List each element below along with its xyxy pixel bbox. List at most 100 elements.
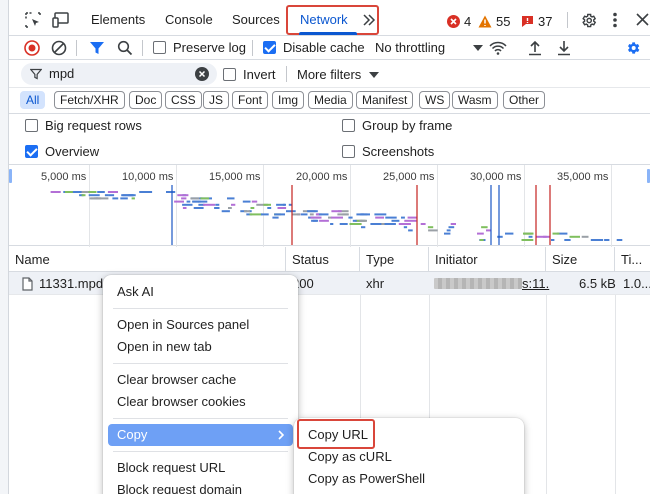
group-by-frame-checkbox[interactable]: Group by frame: [342, 118, 452, 133]
big-request-rows-checkbox[interactable]: Big request rows: [25, 118, 142, 133]
row-size: 6.5 kB: [579, 276, 616, 291]
overview-request-bar: [427, 226, 434, 229]
tab-console[interactable]: Console: [165, 4, 213, 36]
menu-item-open-in-new-tab[interactable]: Open in new tab: [103, 336, 298, 358]
row-initiator-link[interactable]: s:11.: [516, 273, 549, 295]
divider: [9, 113, 650, 114]
close-icon[interactable]: [636, 13, 649, 26]
chevron-double-right-icon[interactable]: [362, 13, 376, 27]
invert-checkbox[interactable]: Invert: [223, 67, 276, 82]
export-har-icon[interactable]: [557, 40, 571, 56]
overview-request-bar: [359, 213, 368, 216]
filter-input-box[interactable]: mpd: [21, 63, 217, 85]
clear-icon[interactable]: [51, 40, 67, 56]
overview-request-bar: [131, 197, 135, 200]
overview-request-bar: [250, 207, 255, 209]
clear-filter-icon[interactable]: [195, 67, 209, 81]
menu-item-clear-cache[interactable]: Clear browser cache: [103, 369, 298, 391]
type-filter-js[interactable]: JS: [203, 91, 230, 109]
tab-sources[interactable]: Sources: [232, 4, 280, 36]
overview-box[interactable]: [25, 145, 38, 158]
tab-elements[interactable]: Elements: [91, 4, 145, 36]
big-request-rows-box[interactable]: [25, 119, 38, 132]
menu-item-copy[interactable]: Copy: [108, 424, 293, 446]
overview-request-bar: [337, 213, 349, 216]
divider: [286, 66, 287, 82]
overview-request-bar: [193, 207, 204, 209]
type-filter-css[interactable]: CSS: [165, 91, 202, 109]
throttling-select[interactable]: No throttling: [375, 40, 484, 55]
filter-icon[interactable]: [89, 40, 105, 56]
overview-request-bar: [477, 232, 484, 235]
overview-request-bar: [215, 203, 220, 206]
overview-request-bar: [276, 203, 286, 206]
type-filter-fetch-xhr[interactable]: Fetch/XHR: [54, 91, 125, 109]
more-filters-dropdown[interactable]: More filters: [297, 67, 380, 82]
invert-box[interactable]: [223, 68, 236, 81]
search-icon[interactable]: [117, 40, 133, 56]
overview-request-bar: [200, 197, 210, 200]
disable-cache-checkbox[interactable]: Disable cache: [263, 40, 365, 55]
overview-checkbox[interactable]: Overview: [25, 144, 99, 159]
record-icon[interactable]: [24, 40, 40, 56]
preserve-log-checkbox[interactable]: Preserve log: [153, 40, 246, 55]
inspect-element-icon[interactable]: [25, 12, 41, 28]
warnings-badge[interactable]: 55: [478, 14, 510, 29]
column-status[interactable]: Status: [286, 247, 360, 272]
preserve-log-box[interactable]: [153, 41, 166, 54]
network-overview[interactable]: 5,000 ms 10,000 ms 15,000 ms 20,000 ms 2…: [9, 164, 650, 247]
column-type[interactable]: Type: [360, 247, 429, 272]
screenshots-box[interactable]: [342, 145, 355, 158]
overview-request-bar: [450, 223, 456, 225]
gear-icon[interactable]: [580, 12, 597, 29]
overview-request-bar: [242, 200, 251, 203]
overview-request-bar: [310, 216, 322, 219]
type-filter-wasm[interactable]: Wasm: [452, 91, 498, 109]
device-toolbar-icon[interactable]: [52, 12, 70, 28]
column-name[interactable]: Name: [9, 247, 286, 272]
column-initiator[interactable]: Initiator: [429, 247, 546, 272]
issues-badge[interactable]: 37: [521, 14, 552, 29]
disable-cache-box[interactable]: [263, 41, 276, 54]
row-name[interactable]: 11331.mpd: [33, 273, 103, 295]
network-toolbar: Preserve log Disable cache No throttling: [9, 36, 650, 60]
submenu-item-copy-as-curl[interactable]: Copy as cURL: [294, 446, 524, 468]
menu-item-ask-ai[interactable]: Ask AI: [103, 281, 298, 303]
filter-input[interactable]: mpd: [49, 66, 74, 81]
import-har-icon[interactable]: [528, 40, 542, 56]
overview-request-bar: [203, 203, 216, 206]
type-filter-all[interactable]: All: [20, 91, 46, 109]
type-filter-other[interactable]: Other: [503, 91, 546, 109]
overview-request-bar: [331, 210, 342, 213]
more-vertical-icon[interactable]: [612, 12, 618, 28]
type-filter-media[interactable]: Media: [308, 91, 353, 109]
overview-request-bar: [420, 223, 426, 225]
column-time[interactable]: Ti...: [615, 247, 650, 272]
network-conditions-icon[interactable]: [489, 40, 507, 56]
type-filter-font[interactable]: Font: [232, 91, 269, 109]
screenshots-checkbox[interactable]: Screenshots: [342, 144, 434, 159]
caret-down-icon: [369, 71, 380, 78]
row-type: xhr: [366, 276, 385, 291]
menu-item-open-in-sources[interactable]: Open in Sources panel: [103, 314, 298, 336]
menu-item-block-domain[interactable]: Block request domain: [103, 479, 298, 494]
group-by-frame-box[interactable]: [342, 119, 355, 132]
overview-request-bar: [398, 223, 411, 225]
type-filter-ws[interactable]: WS: [419, 91, 451, 109]
submenu-item-copy-as-powershell[interactable]: Copy as PowerShell: [294, 468, 524, 490]
type-filter-manifest[interactable]: Manifest: [356, 91, 414, 109]
menu-item-clear-cookies[interactable]: Clear browser cookies: [103, 391, 298, 413]
big-request-rows-label: Big request rows: [45, 118, 142, 133]
overview-request-bar: [616, 239, 623, 241]
type-filter-img[interactable]: Img: [272, 91, 305, 109]
active-tab-indicator: [299, 32, 357, 35]
overview-request-bar: [521, 239, 534, 241]
network-settings-gear-icon[interactable]: [625, 40, 641, 56]
type-filter-doc[interactable]: Doc: [129, 91, 163, 109]
overview-request-bar: [339, 223, 348, 225]
errors-badge[interactable]: 4: [447, 14, 471, 29]
column-size[interactable]: Size: [546, 247, 615, 272]
menu-item-block-url[interactable]: Block request URL: [103, 457, 298, 479]
overview-request-bar: [319, 219, 329, 222]
overview-request-bar: [505, 232, 514, 235]
